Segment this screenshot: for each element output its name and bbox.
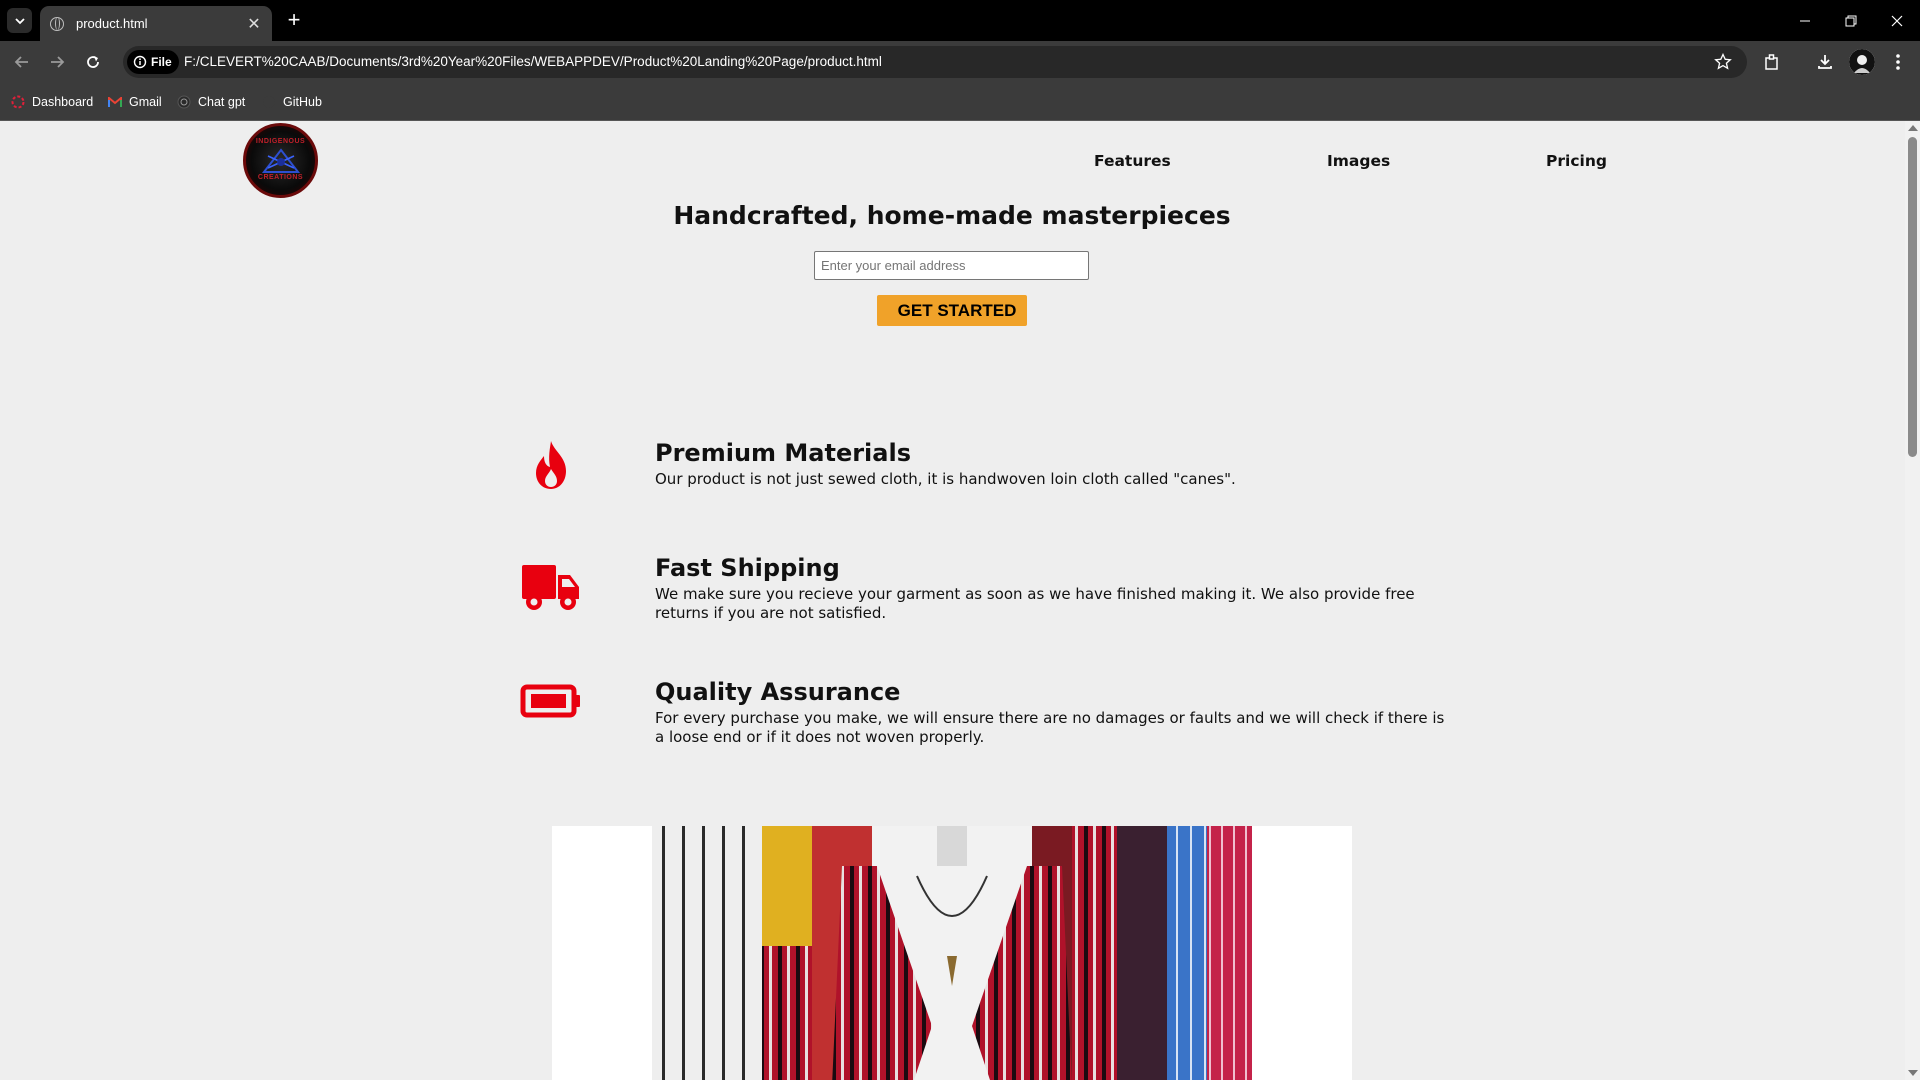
feature-description: Our product is not just sewed cloth, it … bbox=[655, 470, 1236, 488]
bookmark-label: Chat gpt bbox=[198, 95, 246, 109]
more-vertical-icon bbox=[1896, 54, 1900, 70]
logo-bottom-text: CREATIONS bbox=[257, 174, 304, 181]
chatgpt-icon bbox=[177, 95, 191, 109]
browser-toolbar: File F:/CLEVERT%20CAAB/Documents/3rd%20Y… bbox=[0, 41, 1920, 83]
page-scrollbar[interactable] bbox=[1905, 121, 1920, 1080]
site-info-chip[interactable]: File bbox=[127, 50, 179, 74]
close-icon bbox=[1891, 15, 1903, 26]
info-icon bbox=[133, 55, 147, 69]
restore-icon bbox=[1845, 15, 1857, 26]
feature-description: For every purchase you make, we will ens… bbox=[655, 709, 1445, 746]
puzzle-icon bbox=[1765, 54, 1778, 70]
minimize-button[interactable] bbox=[1782, 0, 1828, 41]
hero-title: Handcrafted, home-made masterpieces bbox=[673, 201, 1231, 230]
bookmark-star-button[interactable] bbox=[1710, 49, 1736, 75]
brand-logo[interactable]: INDIGENOUS CREATIONS bbox=[243, 123, 318, 198]
feature-title: Premium Materials bbox=[655, 439, 911, 467]
chevron-down-icon bbox=[14, 17, 25, 24]
extensions-button[interactable] bbox=[1759, 49, 1785, 75]
arrow-left-icon bbox=[14, 56, 28, 68]
page-viewport: INDIGENOUS CREATIONS Features Images Pri… bbox=[0, 121, 1920, 1080]
feature-title: Quality Assurance bbox=[655, 678, 901, 706]
star-icon bbox=[1714, 53, 1732, 70]
scrollbar-thumb[interactable] bbox=[1908, 137, 1917, 457]
reload-button[interactable] bbox=[80, 49, 106, 75]
bookmark-label: Gmail bbox=[129, 95, 162, 109]
scroll-down-icon[interactable] bbox=[1908, 1070, 1918, 1076]
bookmark-github[interactable]: GitHub bbox=[262, 92, 322, 112]
gmail-icon bbox=[108, 95, 122, 109]
globe-icon bbox=[50, 16, 64, 31]
avatar-icon bbox=[1849, 49, 1875, 75]
minimize-icon bbox=[1800, 20, 1810, 21]
bookmarks-bar: Dashboard Gmail Chat gpt GitHub bbox=[0, 83, 1920, 121]
downloads-button[interactable] bbox=[1812, 49, 1838, 75]
close-window-button[interactable] bbox=[1874, 0, 1920, 41]
menu-button[interactable] bbox=[1885, 49, 1911, 75]
restore-button[interactable] bbox=[1828, 0, 1874, 41]
battery-icon bbox=[516, 681, 586, 721]
tab-search-button[interactable] bbox=[7, 8, 32, 33]
tab-bar: product.html ✕ + bbox=[0, 0, 1920, 41]
scroll-up-icon[interactable] bbox=[1908, 125, 1918, 131]
address-bar[interactable]: File F:/CLEVERT%20CAAB/Documents/3rd%20Y… bbox=[123, 46, 1747, 78]
close-tab-icon[interactable]: ✕ bbox=[242, 14, 266, 34]
bookmark-dashboard[interactable]: Dashboard bbox=[11, 92, 93, 112]
fire-icon bbox=[516, 435, 586, 495]
url-text[interactable]: F:/CLEVERT%20CAAB/Documents/3rd%20Year%2… bbox=[184, 54, 882, 69]
new-tab-button[interactable]: + bbox=[282, 9, 306, 33]
profile-avatar[interactable] bbox=[1849, 49, 1875, 75]
arrow-right-icon bbox=[51, 56, 65, 68]
site-chip-label: File bbox=[151, 55, 172, 69]
feature-description: We make sure you recieve your garment as… bbox=[655, 585, 1415, 622]
reload-icon bbox=[87, 56, 99, 68]
tab-title: product.html bbox=[76, 16, 148, 31]
nav-link-pricing[interactable]: Pricing bbox=[1546, 152, 1607, 170]
bookmark-label: Dashboard bbox=[32, 95, 94, 109]
tab-product[interactable]: product.html ✕ bbox=[40, 6, 272, 41]
bookmark-label: GitHub bbox=[283, 95, 322, 109]
nav-link-features[interactable]: Features bbox=[1094, 152, 1171, 170]
bookmark-gmail[interactable]: Gmail bbox=[108, 92, 162, 112]
nav-link-images[interactable]: Images bbox=[1327, 152, 1390, 170]
download-icon bbox=[1818, 55, 1832, 69]
product-image-frame bbox=[552, 826, 1352, 1080]
bookmark-chatgpt[interactable]: Chat gpt bbox=[177, 92, 245, 112]
truck-icon bbox=[516, 557, 586, 617]
github-icon bbox=[262, 95, 276, 109]
email-input[interactable] bbox=[814, 251, 1089, 280]
logo-top-text: INDIGENOUS bbox=[255, 138, 306, 145]
dashboard-icon bbox=[11, 95, 25, 109]
get-started-button[interactable]: GET STARTED bbox=[877, 295, 1027, 326]
forward-button[interactable] bbox=[44, 49, 70, 75]
product-image bbox=[652, 826, 1252, 1080]
back-button[interactable] bbox=[9, 49, 35, 75]
feature-title: Fast Shipping bbox=[655, 554, 840, 582]
